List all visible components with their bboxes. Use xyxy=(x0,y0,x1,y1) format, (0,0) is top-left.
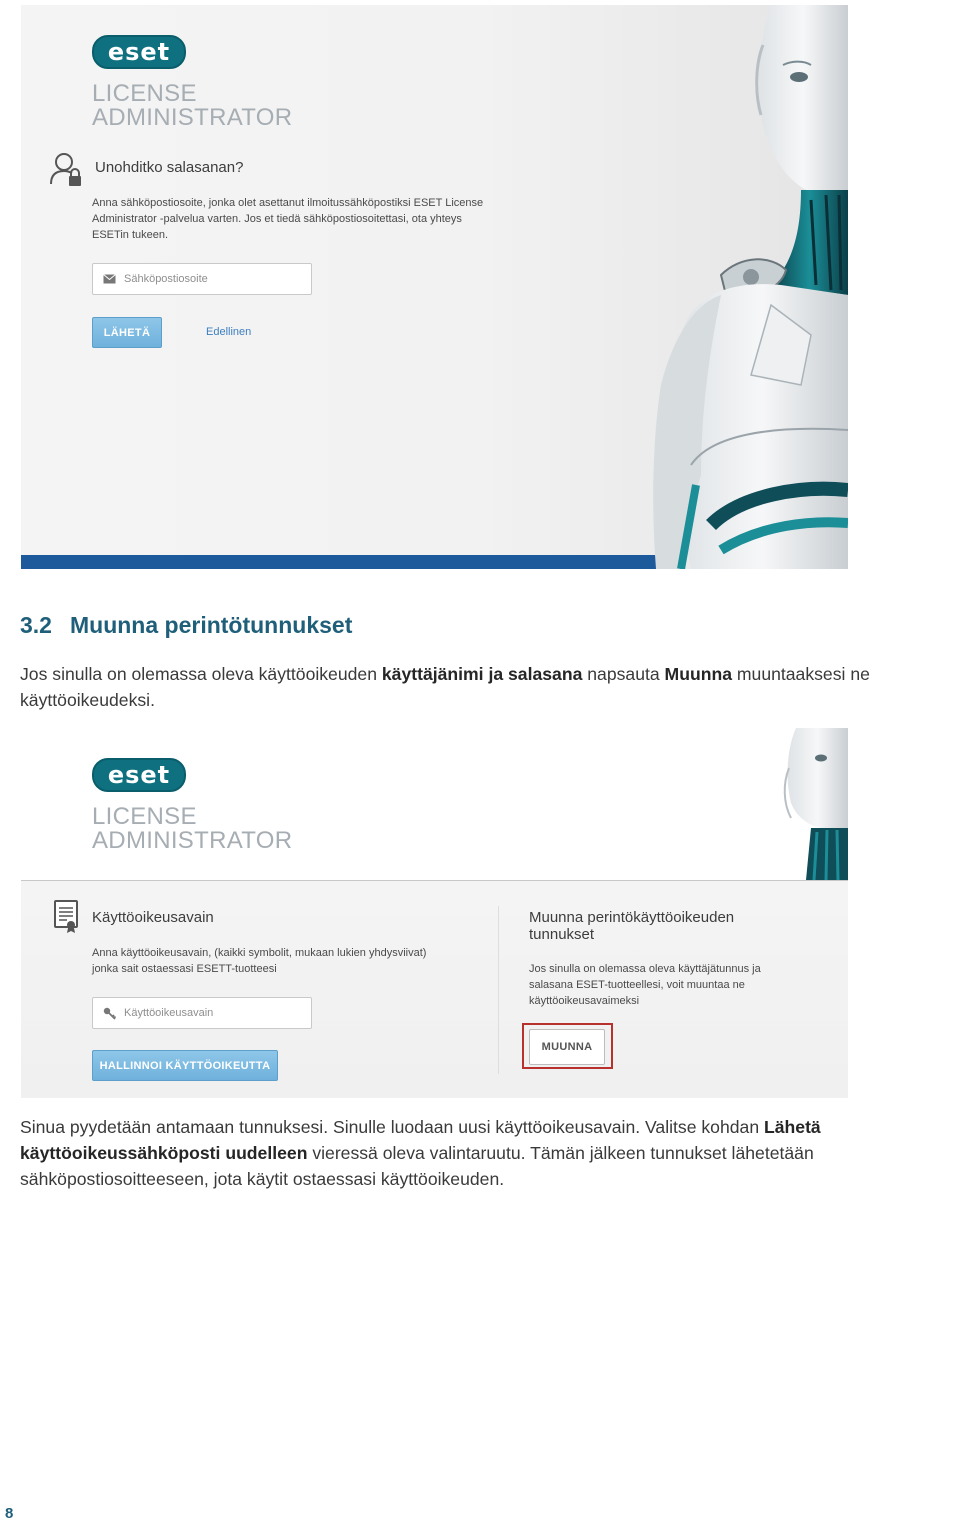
license-key-description: Anna käyttöoikeusavain, (kaikki symbolit… xyxy=(92,947,427,975)
email-field[interactable]: Sähköpostiosoite xyxy=(92,263,312,295)
certificate-icon xyxy=(54,900,78,933)
column-divider xyxy=(498,906,499,1074)
product-name-line2: ADMINISTRATOR xyxy=(92,827,293,854)
license-key-heading: Käyttöoikeusavain xyxy=(92,909,214,926)
user-lock-icon xyxy=(50,153,81,186)
eset-android-illustration xyxy=(653,5,848,569)
license-key-screenshot: eset LICENSE ADMINISTRATOR Käyttöoikeusa… xyxy=(21,728,848,1098)
send-button[interactable]: LÄHETÄ xyxy=(92,317,162,348)
product-name-line2: ADMINISTRATOR xyxy=(92,104,293,131)
manage-license-button[interactable]: HALLINNOI KÄYTTÖOIKEUTTA xyxy=(92,1050,278,1081)
forgot-password-screenshot: eset LICENSE ADMINISTRATOR Unohditko sal… xyxy=(21,5,848,569)
convert-button[interactable]: MUUNNA xyxy=(529,1029,605,1065)
forgot-password-heading: Unohditko salasanan? xyxy=(95,159,244,176)
previous-link[interactable]: Edellinen xyxy=(206,326,251,338)
convert-legacy-heading: Muunna perintökäyttöoikeuden tunnukset xyxy=(529,909,735,943)
section-heading: 3.2 Muunna perintötunnukset xyxy=(20,612,353,638)
eset-logo: eset xyxy=(92,35,186,69)
intro-paragraph: Jos sinulla on olemassa oleva käyttöoike… xyxy=(20,664,870,710)
eset-logo: eset xyxy=(92,758,186,792)
bottom-accent-bar xyxy=(21,555,671,569)
forgot-password-description: Anna sähköpostiosoite, jonka olet asetta… xyxy=(92,197,484,241)
product-name-line1: LICENSE xyxy=(92,80,197,107)
page-number: 8 xyxy=(5,1505,14,1522)
product-name-line1: LICENSE xyxy=(92,803,197,830)
outro-paragraph: Sinua pyydetään antamaan tunnuksesi. Sin… xyxy=(20,1117,821,1189)
convert-legacy-description: Jos sinulla on olemassa oleva käyttäjätu… xyxy=(529,963,761,1007)
eset-android-illustration xyxy=(783,728,848,880)
envelope-icon xyxy=(103,274,117,284)
license-key-field[interactable]: Käyttöoikeusavain xyxy=(92,997,312,1029)
key-icon xyxy=(103,1007,117,1020)
